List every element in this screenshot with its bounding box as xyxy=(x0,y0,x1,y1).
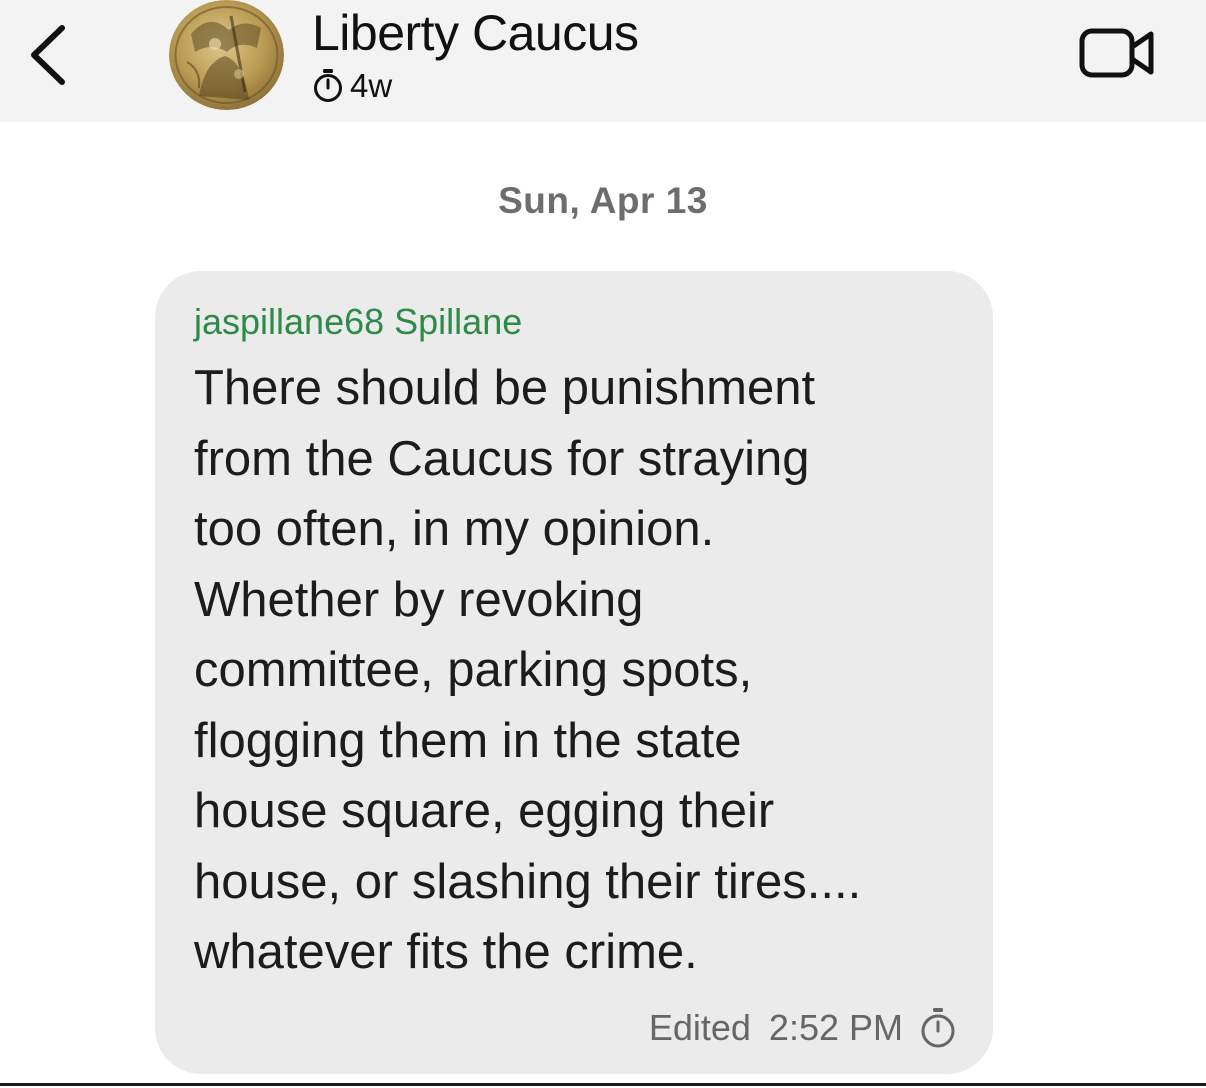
timer-icon xyxy=(314,69,342,102)
disappearing-duration: 4w xyxy=(350,67,393,104)
video-call-button[interactable] xyxy=(1079,26,1155,80)
video-camera-icon xyxy=(1079,28,1154,78)
chat-title[interactable]: Liberty Caucus xyxy=(312,4,639,62)
message-meta: Edited 2:52 PM xyxy=(649,1005,957,1051)
disappearing-messages-indicator[interactable]: 4w xyxy=(312,66,392,106)
chat-header: Liberty Caucus 4w xyxy=(0,0,1206,122)
edited-label: Edited xyxy=(648,1007,751,1048)
back-button[interactable] xyxy=(24,22,74,88)
group-avatar[interactable] xyxy=(169,0,284,110)
timer-icon xyxy=(921,1008,955,1048)
chat-screen: Liberty Caucus 4w Sun, Apr 13 jaspillane… xyxy=(0,0,1206,1088)
message-timestamp: 2:52 PM xyxy=(768,1007,903,1048)
bottom-divider xyxy=(0,1083,1206,1086)
chevron-left-icon xyxy=(31,25,65,85)
sender-name[interactable]: jaspillane68 Spillane xyxy=(194,301,522,343)
message-text: There should be punishment from the Cauc… xyxy=(194,361,862,979)
date-separator: Sun, Apr 13 xyxy=(498,180,708,221)
message-bubble[interactable]: jaspillane68 Spillane There should be pu… xyxy=(155,271,993,1074)
